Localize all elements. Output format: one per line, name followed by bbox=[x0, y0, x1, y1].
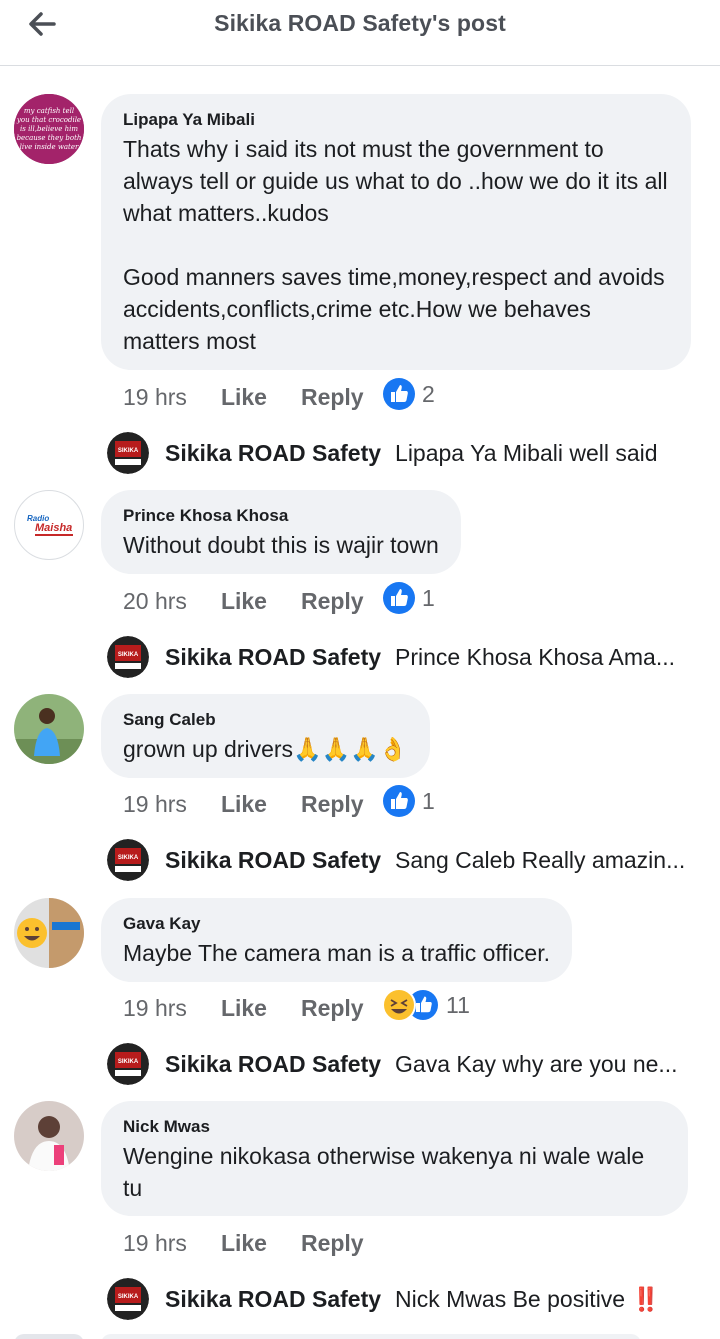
profile-photo bbox=[14, 1101, 84, 1171]
quote-image-avatar: my catfish tell you that crocodile is il… bbox=[14, 94, 84, 164]
comment-timestamp[interactable]: 19 hrs bbox=[123, 995, 187, 1022]
like-reaction-icon bbox=[383, 785, 415, 817]
page-avatar: SIKIKA bbox=[107, 432, 149, 474]
reply-preview[interactable]: SIKIKA Sikika ROAD Safety Prince Khosa K… bbox=[107, 635, 707, 679]
comment-text: Thats why i said its not must the govern… bbox=[123, 136, 668, 354]
reply-button[interactable]: Reply bbox=[301, 588, 364, 615]
comment-bubble: Prince Khosa Khosa Without doubt this is… bbox=[101, 490, 461, 574]
next-comment-bubble-edge bbox=[101, 1334, 641, 1339]
reaction-count: 1 bbox=[422, 584, 435, 611]
comment-timestamp[interactable]: 20 hrs bbox=[123, 588, 187, 615]
avatar[interactable]: my catfish tell you that crocodile is il… bbox=[14, 94, 84, 164]
like-button[interactable]: Like bbox=[221, 1230, 267, 1257]
reply-author[interactable]: Sikika ROAD Safety bbox=[165, 1286, 381, 1313]
commenter-name[interactable]: Sang Caleb bbox=[123, 710, 408, 730]
reply-button[interactable]: Reply bbox=[301, 384, 364, 411]
profile-photo bbox=[14, 694, 84, 764]
like-reaction-icon bbox=[383, 582, 415, 614]
radio-maisha-logo: Radio Maisha bbox=[27, 514, 73, 536]
reply-text: Sang Caleb Really amazin... bbox=[395, 846, 686, 873]
reply-author[interactable]: Sikika ROAD Safety bbox=[165, 1051, 381, 1078]
avatar[interactable]: Radio Maisha bbox=[14, 490, 84, 560]
comment-bubble: Gava Kay Maybe The camera man is a traff… bbox=[101, 898, 572, 982]
page-avatar: SIKIKA bbox=[107, 1278, 149, 1320]
page-title: Sikika ROAD Safety's post bbox=[214, 10, 506, 36]
like-button[interactable]: Like bbox=[221, 384, 267, 411]
svg-text:because they both: because they both bbox=[17, 134, 82, 142]
comment-timestamp[interactable]: 19 hrs bbox=[123, 384, 187, 411]
comment-actions: 20 hrs Like Reply bbox=[123, 584, 364, 618]
reaction-summary[interactable]: 11 bbox=[382, 988, 470, 1022]
next-comment-edge bbox=[14, 1334, 84, 1339]
reply-author[interactable]: Sikika ROAD Safety bbox=[165, 644, 381, 671]
svg-text:Maisha: Maisha bbox=[35, 522, 72, 534]
reply-button[interactable]: Reply bbox=[301, 1230, 364, 1257]
reply-button[interactable]: Reply bbox=[301, 791, 364, 818]
reaction-count: 2 bbox=[422, 380, 435, 407]
comment-bubble: Sang Caleb grown up drivers🙏🙏🙏👌 bbox=[101, 694, 430, 778]
page-avatar: SIKIKA bbox=[107, 636, 149, 678]
reply-text: Gava Kay why are you ne... bbox=[395, 1050, 678, 1077]
commenter-name[interactable]: Gava Kay bbox=[123, 914, 550, 934]
reply-text: Nick Mwas Be positive ‼️ bbox=[395, 1285, 661, 1312]
reaction-summary[interactable]: 2 bbox=[382, 377, 435, 411]
reply-preview[interactable]: SIKIKA Sikika ROAD Safety Gava Kay why a… bbox=[107, 1042, 707, 1086]
reply-author[interactable]: Sikika ROAD Safety bbox=[165, 440, 381, 467]
comment-actions: 19 hrs Like Reply bbox=[123, 787, 364, 821]
reaction-summary[interactable]: 1 bbox=[382, 581, 435, 615]
like-button[interactable]: Like bbox=[221, 588, 267, 615]
reply-button[interactable]: Reply bbox=[301, 995, 364, 1022]
comment-bubble: Lipapa Ya Mibali Thats why i said its no… bbox=[101, 94, 691, 370]
comment-actions: 19 hrs Like Reply bbox=[123, 991, 364, 1025]
comment-timestamp[interactable]: 19 hrs bbox=[123, 1230, 187, 1257]
reply-text: Lipapa Ya Mibali well said bbox=[395, 439, 658, 466]
svg-text:live inside water: live inside water bbox=[20, 143, 79, 151]
avatar[interactable] bbox=[14, 1101, 84, 1171]
page-avatar: SIKIKA bbox=[107, 839, 149, 881]
reply-preview[interactable]: SIKIKA Sikika ROAD Safety Nick Mwas Be p… bbox=[107, 1277, 707, 1321]
svg-text:you that crocodile: you that crocodile bbox=[16, 116, 81, 124]
reaction-count: 11 bbox=[446, 991, 470, 1018]
comment-text: grown up drivers🙏🙏🙏👌 bbox=[123, 736, 408, 762]
comment-timestamp[interactable]: 19 hrs bbox=[123, 791, 187, 818]
reply-text: Prince Khosa Khosa Ama... bbox=[395, 643, 676, 670]
reply-preview[interactable]: SIKIKA Sikika ROAD Safety Lipapa Ya Miba… bbox=[107, 431, 707, 475]
reaction-summary[interactable]: 1 bbox=[382, 784, 435, 818]
comment-text: Wengine nikokasa otherwise wakenya ni wa… bbox=[123, 1143, 651, 1201]
comment-text: Without doubt this is wajir town bbox=[123, 532, 439, 558]
reply-author[interactable]: Sikika ROAD Safety bbox=[165, 847, 381, 874]
comment-actions: 19 hrs Like Reply bbox=[123, 1226, 364, 1260]
commenter-name[interactable]: Nick Mwas bbox=[123, 1117, 666, 1137]
svg-text:SIKIKA: SIKIKA bbox=[118, 448, 139, 454]
like-button[interactable]: Like bbox=[221, 791, 267, 818]
svg-text:SIKIKA: SIKIKA bbox=[118, 652, 139, 658]
like-reaction-icon bbox=[383, 378, 415, 410]
commenter-name[interactable]: Prince Khosa Khosa bbox=[123, 506, 439, 526]
comment-bubble: Nick Mwas Wengine nikokasa otherwise wak… bbox=[101, 1101, 688, 1216]
svg-text:my catfish tell: my catfish tell bbox=[24, 107, 74, 115]
svg-text:SIKIKA: SIKIKA bbox=[118, 1059, 139, 1065]
reaction-count: 1 bbox=[422, 787, 435, 814]
svg-text:SIKIKA: SIKIKA bbox=[118, 1294, 139, 1300]
profile-photo bbox=[14, 898, 84, 968]
svg-text:is ill,believe him: is ill,believe him bbox=[20, 125, 78, 133]
haha-like-reaction-icons bbox=[382, 988, 438, 1022]
comment-actions: 19 hrs Like Reply bbox=[123, 380, 364, 414]
page-avatar: SIKIKA bbox=[107, 1043, 149, 1085]
avatar[interactable] bbox=[14, 898, 84, 968]
svg-text:SIKIKA: SIKIKA bbox=[118, 855, 139, 861]
like-button[interactable]: Like bbox=[221, 995, 267, 1022]
comment-text: Maybe The camera man is a traffic office… bbox=[123, 940, 550, 966]
commenter-name[interactable]: Lipapa Ya Mibali bbox=[123, 110, 669, 130]
reply-preview[interactable]: SIKIKA Sikika ROAD Safety Sang Caleb Rea… bbox=[107, 838, 707, 882]
avatar[interactable] bbox=[14, 694, 84, 764]
top-bar: Sikika ROAD Safety's post bbox=[0, 0, 720, 66]
